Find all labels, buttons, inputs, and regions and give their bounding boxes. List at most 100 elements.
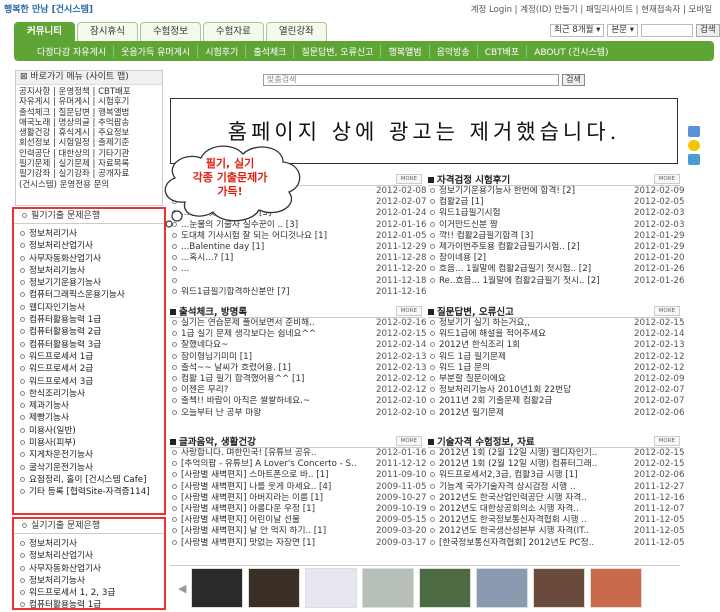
bank-item[interactable]: 워드프로세서 2급 [20, 363, 164, 375]
quick-menu-line[interactable]: 필기문제 | 실기문제 | 자료목록 [19, 159, 159, 169]
post-row[interactable]: 출석~~ 날씨가 흐렸어용. [1] 2012-02-13 [170, 363, 427, 374]
photo-thumbnail[interactable] [476, 568, 529, 608]
post-title[interactable]: [사랑별 새벽편지] 날 안 먹지 하기.. [1] [170, 526, 376, 537]
post-title[interactable]: 워드1급필기합격하신분만 [7] [170, 287, 376, 298]
post-row[interactable]: [사랑별 새벽편지] 스마트폰으로 바.. [1] 2011-09-10 [170, 470, 427, 481]
post-row[interactable]: [사랑별 새벽편지] 날 안 먹지 하기.. [1] 2009-03-20 [170, 526, 427, 537]
more-button[interactable]: MORE [395, 305, 422, 316]
search-button[interactable]: 검색 [695, 24, 720, 37]
tab-exam-materials[interactable]: 수험자료 [202, 22, 264, 41]
search-input[interactable] [640, 24, 693, 37]
post-title[interactable]: 도대체 기사시험 잘 되는 어디것나요 [1] [170, 231, 376, 242]
bank-item[interactable]: 한식조리기능사 [20, 388, 164, 400]
bank-item[interactable]: 지게차운전기능사 [20, 449, 164, 461]
bank-item[interactable]: 사무자동화산업기사 [20, 563, 164, 575]
bank-item[interactable]: 컴퓨터활용능력 2급 [20, 326, 164, 338]
post-title[interactable]: 참이네용 [2] [428, 253, 634, 264]
post-row[interactable]: [사랑별 새벽편지] 나를 웃게 마세요.. [4] 2009-11-05 [170, 482, 427, 493]
arrow-left-icon[interactable]: ◀ [178, 582, 186, 595]
post-title[interactable]: 1급 실기 문제 생각보다는 쉽네요^^ [170, 329, 376, 340]
post-title[interactable]: 오늘부터 난 공부 마왕 [170, 408, 376, 419]
post-row[interactable]: 오늘부터 난 공부 마왕 2012-02-10 [170, 408, 427, 419]
weather-icon[interactable] [688, 154, 700, 165]
post-row[interactable]: 워드 1급 문의 2012-02-12 [428, 363, 685, 374]
post-title[interactable]: [사랑별 새벽편지] 스마트폰으로 바.. [1] [170, 470, 376, 481]
bank-item[interactable]: 컴퓨터활용능력 1급 [20, 314, 164, 326]
post-row[interactable]: 2012년도 한국정보통신자격협회 시행 .. 2011-12-05 [428, 515, 685, 526]
post-title[interactable] [170, 276, 376, 287]
photo-thumbnail[interactable] [533, 568, 586, 608]
post-title[interactable]: 워드1급에 해설을 적어주세요 [428, 329, 634, 340]
post-row[interactable]: 2012년 한식조리 1회 2012-02-13 [428, 340, 685, 351]
post-row[interactable]: 워드1급필기시험 2012-02-03 [428, 208, 685, 219]
post-title[interactable]: 워드1급필기시험 [428, 208, 634, 219]
post-title[interactable]: [사랑별 새벽편지] 나를 웃게 마세요.. [4] [170, 482, 376, 493]
post-title[interactable]: ... [170, 264, 376, 275]
post-row[interactable]: ... 2011-12-20 [170, 264, 427, 275]
post-title[interactable]: 2012년도 한국생산성본부 시행 자격(IT.. [428, 526, 634, 537]
post-title[interactable]: 기능계 국가기술자격 상시검정 시행 .. [428, 482, 634, 493]
post-title[interactable]: [추억의팝 - 유튜브] A Lover's Concerto - S.. [170, 459, 376, 470]
post-row[interactable]: 2012년도 대한상공회의소 시행 자격.. 2011-12-07 [428, 504, 685, 515]
post-title[interactable]: 워드 1급 문의 [428, 363, 634, 374]
bank-item[interactable]: 기타 등록 [협력Site-자격증114] [20, 486, 164, 498]
tab-rest[interactable]: 잠시휴식 [76, 22, 138, 41]
bank-item[interactable]: 워드프로세서 3급 [20, 376, 164, 388]
quick-menu-line[interactable]: 회선정보 | 시험일정 | 출제기준 [19, 138, 159, 148]
more-button[interactable]: MORE [653, 435, 680, 446]
post-row[interactable]: 2012년 1회 (2월 12일 시행) 컴퓨터그래.. 2012-02-15 [428, 459, 685, 470]
quick-menu-line[interactable]: 공지사항 | 운영정책 | CBT배포 [19, 87, 159, 97]
tab-open-lectures[interactable]: 열린강좌 [265, 22, 327, 41]
bank-item[interactable]: 정보기기운용기능사 [20, 277, 164, 289]
post-title[interactable]: 잠이형님기미미 [1] [170, 352, 376, 363]
post-row[interactable]: [한국정보통신자격협회] 2012년도 PC정.. 2011-12-05 [428, 538, 685, 549]
subnav-humor-board[interactable]: 웃음가득 유머게시 [114, 44, 199, 58]
post-row[interactable]: 워드 1급 필기문제 2012-02-12 [428, 352, 685, 363]
post-title[interactable]: 부분할 질문이에요 [428, 374, 634, 385]
bank-item[interactable]: 컴퓨터그래픽스운용기능사 [20, 289, 164, 301]
subnav-about[interactable]: ABOUT (건시스템) [527, 45, 615, 58]
photo-thumbnail[interactable] [590, 568, 643, 608]
bank-item[interactable]: 정보처리기사 [20, 538, 164, 550]
lightbulb-icon[interactable] [688, 140, 700, 151]
tab-exam-info[interactable]: 수험정보 [139, 22, 201, 41]
post-title[interactable]: 사랑합니다. 며한민국! [유튜브 공유.. [170, 448, 376, 459]
quick-menu-line[interactable]: 생활건강 | 휴식게시 | 주요정보 [19, 128, 159, 138]
quick-menu-line[interactable]: 자유게시 | 유머게시 | 시험후기 [19, 97, 159, 107]
bank-item[interactable]: 워드프로세서 1, 2, 3급 [20, 587, 164, 599]
post-row[interactable]: Re..흐음... 1월말에 컴활2급필기 첫시.. [2] 2012-01-26 [428, 276, 685, 287]
post-title[interactable]: ...Balentine day [1] [170, 242, 376, 253]
post-row[interactable]: 실기는 연습문제 풀어보면서 준비해.. 2012-02-16 [170, 318, 427, 329]
post-row[interactable]: ...혹시...? [1] 2011-12-28 [170, 253, 427, 264]
post-title[interactable]: 2012년 필기문제 [428, 408, 634, 419]
subnav-album[interactable]: 행복앨범 [381, 44, 430, 58]
post-row[interactable]: 잘했네다요~ 2012-02-14 [170, 340, 427, 351]
bank-item[interactable]: 정보처리기능사 [20, 575, 164, 587]
post-title[interactable]: Re..흐음... 1월말에 컴활2급필기 첫시.. [2] [428, 276, 634, 287]
post-title[interactable]: 흐음... 1월말에 컴활2급필기 첫시험.. [2] [428, 264, 634, 275]
post-row[interactable]: 워드1급필기합격하신분만 [7] 2011-12-16 [170, 287, 427, 298]
subnav-attendance[interactable]: 출석체크 [246, 44, 295, 58]
post-title[interactable]: 꺅!! 컴활2급필기합격 [3] [428, 231, 634, 242]
post-row[interactable]: 이거만드신분 짱 2012-02-03 [428, 220, 685, 231]
post-title[interactable]: 이거만드신분 짱 [428, 220, 634, 231]
subnav-music[interactable]: 음악방송 [430, 44, 478, 58]
post-title[interactable]: 워드프로세서2,3급, 컴활3급 시행 [1] [428, 470, 634, 481]
bank-item[interactable]: 미용사(일반) [20, 425, 164, 437]
subnav-cbt[interactable]: CBT배포 [478, 44, 528, 58]
post-title[interactable]: 2012년 한식조리 1회 [428, 340, 634, 351]
post-title[interactable]: 정보기기운용기능사 한번에 합격! [2] [428, 186, 634, 197]
post-row[interactable]: 2012년 필기문제 2012-02-06 [428, 408, 685, 419]
search-field-select[interactable]: 본문 ▾ [607, 24, 638, 37]
google-search-button[interactable]: 검색 [562, 74, 585, 86]
bank-item[interactable]: 사무자동화산업기사 [20, 253, 164, 265]
post-title[interactable]: 워드 1급 필기문제 [428, 352, 634, 363]
post-title[interactable]: 정보기기 실기 하는거요,, [428, 318, 634, 329]
bank-item[interactable]: 컴퓨터활용능력 3급 [20, 339, 164, 351]
post-row[interactable]: 2012년도 한국산업인력공단 시행 자격.. 2011-12-16 [428, 493, 685, 504]
post-title[interactable]: 2012년 1회 (2월 12일 시행) 컴퓨터그래.. [428, 459, 634, 470]
post-row[interactable]: 꺅!! 컴활2급필기합격 [3] 2012-01-29 [428, 231, 685, 242]
post-title[interactable]: 2012년 1회 (2월 12일 시행) 웹디자인기.. [428, 448, 634, 459]
post-row[interactable]: [사랑별 새벽편지] 아름다운 우정 [1] 2009-10-19 [170, 504, 427, 515]
post-row[interactable]: 정보기기운용기능사 한번에 합격! [2] 2012-02-09 [428, 186, 685, 197]
